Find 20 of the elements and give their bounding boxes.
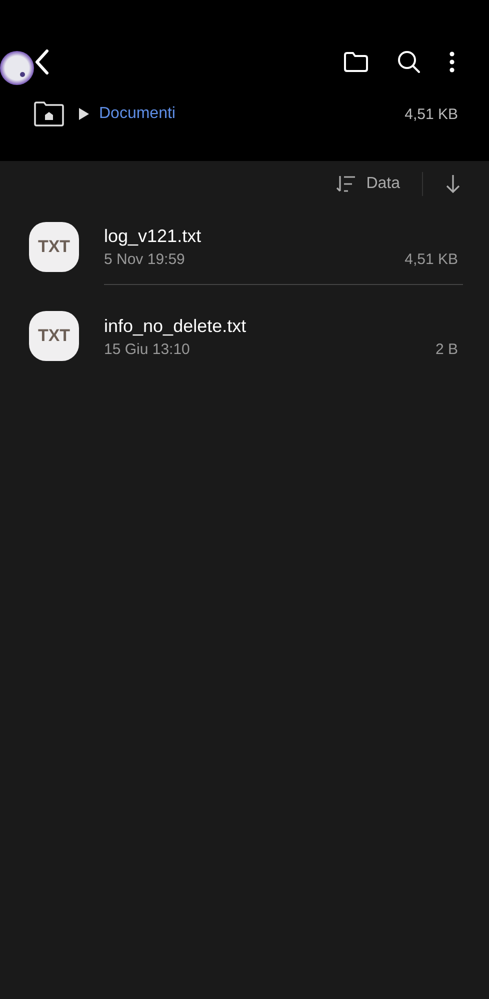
sort-label[interactable]: Data [366,175,400,193]
file-name[interactable]: info_no_delete.txt [104,316,458,336]
floating-bubble-icon[interactable] [0,51,34,85]
search-icon[interactable] [397,50,421,74]
file-size: 4,51 KB [404,251,458,268]
back-icon[interactable] [34,49,50,75]
home-folder-icon[interactable] [33,101,65,127]
more-icon[interactable] [449,51,455,73]
breadcrumb-link[interactable]: Documenti [99,105,176,123]
play-icon [79,108,89,120]
arrow-down-icon[interactable] [445,174,461,194]
file-size: 2 B [435,340,458,358]
file-name[interactable]: log_v121.txt [104,226,458,247]
file-date: 5 Nov 19:59 [104,251,185,268]
file-type-icon: TXT [29,222,79,272]
file-date: 15 Giu 13:10 [104,340,190,358]
folder-size: 4,51 KB [404,106,458,122]
file-type-icon: TXT [29,310,79,360]
sort-icon[interactable] [336,175,356,193]
folder-icon[interactable] [343,51,369,73]
